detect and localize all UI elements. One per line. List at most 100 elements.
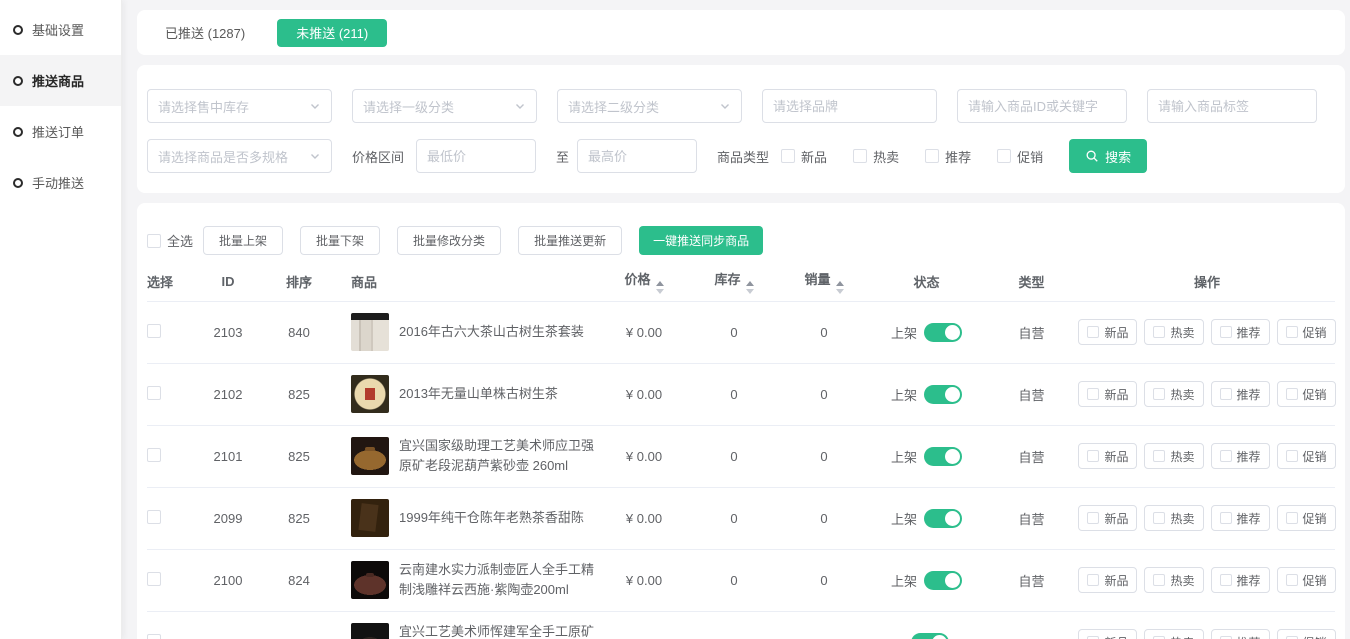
- op-tag-button[interactable]: 热卖: [1144, 505, 1203, 531]
- op-tag-button[interactable]: 促销: [1277, 319, 1336, 345]
- op-tag-button[interactable]: 热卖: [1144, 443, 1203, 469]
- status-toggle[interactable]: [924, 447, 962, 466]
- batch-off-shelf-button[interactable]: 批量下架: [300, 226, 380, 255]
- batch-on-shelf-button[interactable]: 批量上架: [203, 226, 283, 255]
- status-toggle[interactable]: [911, 633, 949, 639]
- op-tag-checkbox[interactable]: [1087, 512, 1099, 524]
- row-checkbox[interactable]: [147, 634, 161, 639]
- radio-circle-icon: [13, 127, 23, 137]
- op-tag-button[interactable]: 促销: [1277, 629, 1336, 639]
- product-title: 宜兴工艺美术师恽建军全手工原矿底: [399, 622, 599, 639]
- min-price-input[interactable]: [416, 139, 536, 173]
- select-stock[interactable]: 请选择售中库存: [147, 89, 332, 123]
- op-tag-checkbox[interactable]: [1153, 450, 1165, 462]
- price-range-label: 价格区间: [352, 147, 404, 166]
- op-tag-checkbox[interactable]: [1087, 388, 1099, 400]
- row-checkbox[interactable]: [147, 324, 161, 338]
- checkbox-icon[interactable]: [853, 149, 867, 163]
- checkbox-icon[interactable]: [147, 234, 161, 248]
- op-tag-checkbox[interactable]: [1153, 574, 1165, 586]
- op-tag-button[interactable]: 促销: [1277, 443, 1336, 469]
- op-tag-checkbox[interactable]: [1220, 388, 1232, 400]
- op-tag-checkbox[interactable]: [1087, 574, 1099, 586]
- op-tag-checkbox[interactable]: [1220, 450, 1232, 462]
- status-toggle[interactable]: [924, 385, 962, 404]
- checkbox-recommend[interactable]: 推荐: [925, 147, 971, 166]
- row-checkbox[interactable]: [147, 448, 161, 462]
- sidebar-item-push-orders[interactable]: 推送订单: [0, 106, 121, 157]
- column-header-type: 类型: [984, 263, 1079, 301]
- op-tag-checkbox[interactable]: [1153, 512, 1165, 524]
- filter-panel: 请选择售中库存 请选择一级分类 请选择二级分类 请选择商品是否多规格: [137, 65, 1345, 193]
- op-tag-button[interactable]: 促销: [1277, 505, 1336, 531]
- keyword-input[interactable]: [957, 89, 1127, 123]
- radio-circle-icon: [13, 25, 23, 35]
- status-toggle[interactable]: [924, 571, 962, 590]
- search-button[interactable]: 搜索: [1069, 139, 1147, 173]
- max-price-input[interactable]: [577, 139, 697, 173]
- product-id: 2099: [214, 511, 243, 526]
- op-tag-checkbox[interactable]: [1286, 450, 1298, 462]
- op-tag-button[interactable]: 促销: [1277, 567, 1336, 593]
- op-tag-button[interactable]: 推荐: [1211, 567, 1270, 593]
- sidebar-item-basic-settings[interactable]: 基础设置: [0, 4, 121, 55]
- tag-input[interactable]: [1147, 89, 1317, 123]
- checkbox-promo[interactable]: 促销: [997, 147, 1043, 166]
- one-click-sync-button[interactable]: 一键推送同步商品: [639, 226, 763, 255]
- batch-edit-category-button[interactable]: 批量修改分类: [397, 226, 501, 255]
- select-multi-spec[interactable]: 请选择商品是否多规格: [147, 139, 332, 173]
- row-actions: 新品 热卖 推荐 促销: [1079, 319, 1335, 345]
- sort-carets-icon[interactable]: [746, 281, 754, 294]
- op-tag-button[interactable]: 新品: [1078, 443, 1137, 469]
- op-tag-button[interactable]: 推荐: [1211, 505, 1270, 531]
- row-checkbox[interactable]: [147, 572, 161, 586]
- checkbox-hot[interactable]: 热卖: [853, 147, 899, 166]
- product-type: 自营: [1018, 450, 1044, 465]
- op-tag-button[interactable]: 热卖: [1144, 319, 1203, 345]
- op-tag-button[interactable]: 促销: [1277, 381, 1336, 407]
- sidebar-item-manual-push[interactable]: 手动推送: [0, 157, 121, 208]
- row-checkbox[interactable]: [147, 386, 161, 400]
- tab-pushed[interactable]: 已推送 (1287): [165, 23, 245, 42]
- sidebar-item-push-products[interactable]: 推送商品: [0, 55, 121, 106]
- op-tag-button[interactable]: 新品: [1078, 381, 1137, 407]
- sales-value: 0: [820, 449, 827, 464]
- row-checkbox[interactable]: [147, 510, 161, 524]
- select-category-level2[interactable]: 请选择二级分类: [557, 89, 742, 123]
- op-tag-button[interactable]: 推荐: [1211, 629, 1270, 639]
- op-tag-checkbox[interactable]: [1220, 512, 1232, 524]
- op-tag-button[interactable]: 推荐: [1211, 443, 1270, 469]
- op-tag-checkbox[interactable]: [1286, 388, 1298, 400]
- op-tag-button[interactable]: 新品: [1078, 567, 1137, 593]
- op-tag-checkbox[interactable]: [1286, 512, 1298, 524]
- op-tag-checkbox[interactable]: [1087, 450, 1099, 462]
- op-tag-button[interactable]: 推荐: [1211, 319, 1270, 345]
- status-toggle[interactable]: [924, 323, 962, 342]
- op-tag-checkbox[interactable]: [1220, 574, 1232, 586]
- select-all-checkbox[interactable]: 全选: [147, 231, 193, 250]
- op-tag-button[interactable]: 推荐: [1211, 381, 1270, 407]
- checkbox-icon[interactable]: [997, 149, 1011, 163]
- op-tag-button[interactable]: 热卖: [1144, 629, 1203, 639]
- op-tag-checkbox[interactable]: [1153, 388, 1165, 400]
- brand-input[interactable]: [762, 89, 937, 123]
- op-tag-checkbox[interactable]: [1087, 326, 1099, 338]
- op-tag-button[interactable]: 新品: [1078, 319, 1137, 345]
- op-tag-checkbox[interactable]: [1286, 326, 1298, 338]
- checkbox-icon[interactable]: [925, 149, 939, 163]
- op-tag-button[interactable]: 新品: [1078, 505, 1137, 531]
- batch-push-update-button[interactable]: 批量推送更新: [518, 226, 622, 255]
- op-tag-checkbox[interactable]: [1220, 326, 1232, 338]
- checkbox-new[interactable]: 新品: [781, 147, 827, 166]
- op-tag-checkbox[interactable]: [1286, 574, 1298, 586]
- op-tag-button[interactable]: 新品: [1078, 629, 1137, 639]
- sort-carets-icon[interactable]: [656, 281, 664, 294]
- status-toggle[interactable]: [924, 509, 962, 528]
- op-tag-button[interactable]: 热卖: [1144, 381, 1203, 407]
- sort-carets-icon[interactable]: [836, 281, 844, 294]
- op-tag-button[interactable]: 热卖: [1144, 567, 1203, 593]
- checkbox-icon[interactable]: [781, 149, 795, 163]
- op-tag-checkbox[interactable]: [1153, 326, 1165, 338]
- tab-unpushed[interactable]: 未推送 (211): [277, 19, 387, 47]
- select-category-level1[interactable]: 请选择一级分类: [352, 89, 537, 123]
